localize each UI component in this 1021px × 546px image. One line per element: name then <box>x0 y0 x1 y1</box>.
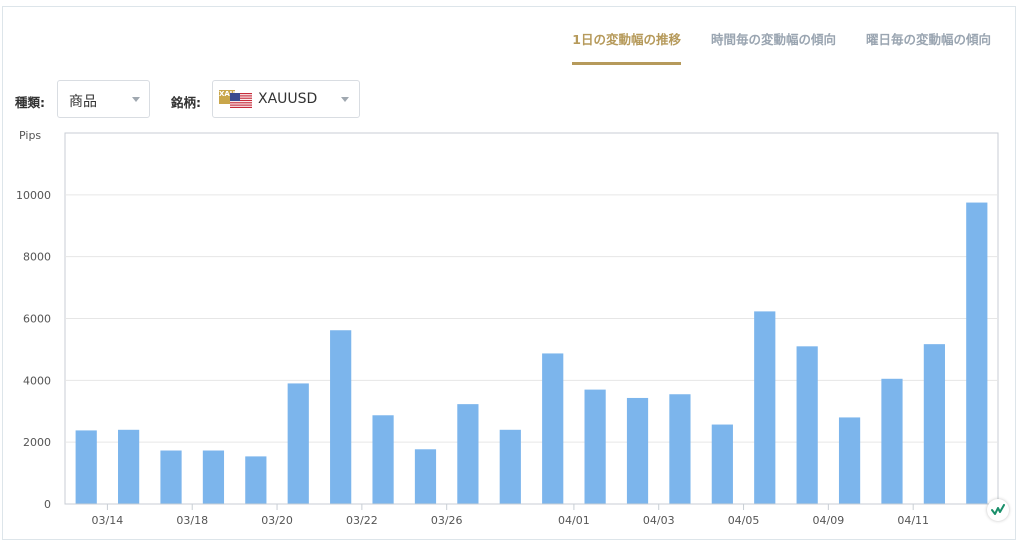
tradingview-logo-icon[interactable] <box>987 499 1009 521</box>
y-tick-label: 10000 <box>16 189 51 202</box>
range-bar-chart: 0 2000 4000 6000 8000 10000 Pips 03/14 03/18 03/2… <box>16 129 999 527</box>
bar[interactable] <box>245 456 267 504</box>
bar[interactable] <box>542 353 564 504</box>
y-tick-label: 8000 <box>23 251 51 264</box>
x-tick-label: 03/22 <box>346 514 378 527</box>
bar[interactable] <box>966 202 988 504</box>
bar[interactable] <box>711 424 733 504</box>
bar[interactable] <box>838 417 861 504</box>
bar[interactable] <box>499 429 521 504</box>
bar[interactable] <box>287 383 309 504</box>
bar[interactable] <box>626 397 649 504</box>
bar[interactable] <box>372 415 394 504</box>
x-tick-label: 04/03 <box>643 514 675 527</box>
x-tick-label: 04/05 <box>728 514 760 527</box>
y-tick-label: 4000 <box>23 374 51 387</box>
x-tick-label: 04/09 <box>813 514 845 527</box>
bar[interactable] <box>754 311 776 504</box>
chart-panel: 1日の変動幅の推移 時間毎の変動幅の傾向 曜日毎の変動幅の傾向 種類: 商品 銘… <box>2 6 1016 540</box>
bar[interactable] <box>118 429 140 504</box>
bar[interactable] <box>881 378 903 504</box>
x-tick-label: 03/14 <box>92 514 124 527</box>
y-axis-label: Pips <box>19 129 41 142</box>
bar[interactable] <box>796 346 818 504</box>
bar[interactable] <box>414 449 437 504</box>
y-tick-label: 0 <box>44 498 51 511</box>
bar[interactable] <box>330 330 352 504</box>
bar[interactable] <box>584 389 606 504</box>
x-tick-label: 04/01 <box>558 514 590 527</box>
bar[interactable] <box>160 450 182 504</box>
x-tick-label: 03/20 <box>261 514 293 527</box>
x-tick-label: 03/26 <box>431 514 463 527</box>
bar[interactable] <box>202 450 225 504</box>
x-tick-label: 04/11 <box>897 514 929 527</box>
y-tick-label: 2000 <box>23 436 51 449</box>
bar[interactable] <box>75 430 97 504</box>
checkmark-logo-icon <box>991 504 1005 515</box>
x-tick-label: 03/18 <box>176 514 208 527</box>
bar[interactable] <box>923 344 945 504</box>
bar[interactable] <box>669 394 691 504</box>
y-tick-label: 6000 <box>23 313 51 326</box>
bar[interactable] <box>457 404 479 504</box>
